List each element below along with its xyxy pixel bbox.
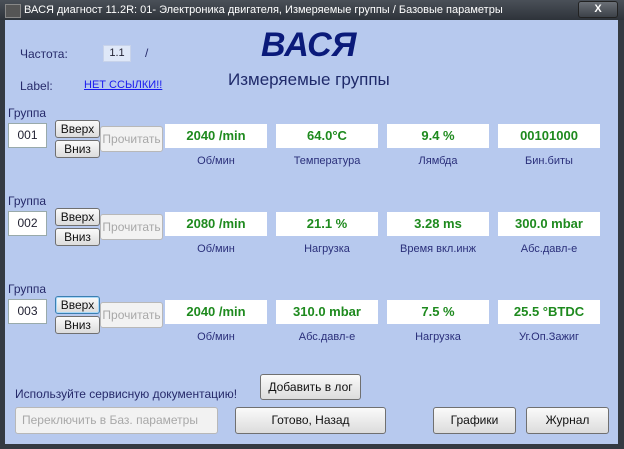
measured-value-caption: Абс.давл-е (520, 243, 578, 255)
app-logo: ВАСЯ (261, 26, 357, 64)
group-down-button[interactable]: Вниз (55, 316, 100, 334)
measured-value: 00101000 (498, 124, 600, 148)
app-window: ВАСЯ диагност 11.2R: 01- Электроника дви… (0, 0, 624, 449)
group-down-button[interactable]: Вниз (55, 228, 100, 246)
frequency-value: 1.1 (103, 45, 131, 62)
title-bar: ВАСЯ диагност 11.2R: 01- Электроника дви… (0, 0, 624, 20)
measured-value: 9.4 % (387, 124, 489, 148)
group-up-button[interactable]: Вверх (55, 208, 100, 226)
measured-value-caption: Абс.давл-е (298, 331, 356, 343)
app-icon (5, 4, 21, 18)
done-back-button[interactable]: Готово, Назад (235, 407, 386, 434)
group-label: Группа (8, 282, 47, 296)
group-number-input[interactable]: 002 (8, 211, 47, 236)
measured-value-caption: Температура (293, 155, 361, 167)
measured-value: 2040 /min (165, 300, 267, 324)
measured-value-caption: Об/мин (197, 331, 235, 343)
add-to-log-button[interactable]: Добавить в лог (260, 374, 361, 400)
measured-value-caption: Уг.Оп.Зажиг (518, 331, 580, 343)
group-read-button[interactable]: Прочитать (100, 214, 163, 240)
window-title: ВАСЯ диагност 11.2R: 01- Электроника дви… (24, 4, 503, 16)
switch-basic-params-button[interactable]: Переключить в Баз. параметры (15, 407, 218, 434)
measured-value-caption: Время вкл.инж (400, 243, 476, 255)
measured-value-caption: Лямбда (418, 155, 458, 167)
client-area: Частота: 1.1 / Label: НЕТ ССЫЛКИ!! ВАСЯ … (5, 20, 618, 444)
group-read-button[interactable]: Прочитать (100, 126, 163, 152)
measured-value-caption: Об/мин (197, 155, 235, 167)
measured-value: 25.5 °BTDC (498, 300, 600, 324)
group-up-button[interactable]: Вверх (55, 296, 100, 314)
measured-value-caption: Нагрузка (415, 331, 461, 343)
measured-value: 64.0°C (276, 124, 378, 148)
close-button[interactable]: X (578, 1, 618, 18)
journal-button[interactable]: Журнал (526, 407, 609, 434)
group-number-input[interactable]: 003 (8, 299, 47, 324)
frequency-separator: / (145, 46, 149, 60)
measured-value: 310.0 mbar (276, 300, 378, 324)
frequency-label: Частота: (20, 47, 68, 61)
measured-value: 300.0 mbar (498, 212, 600, 236)
page-subtitle: Измеряемые группы (228, 70, 390, 89)
group-number-input[interactable]: 001 (8, 123, 47, 148)
measured-value: 3.28 ms (387, 212, 489, 236)
group-label: Группа (8, 106, 47, 120)
measured-value-caption: Бин.биты (525, 155, 573, 167)
group-up-button[interactable]: Вверх (55, 120, 100, 138)
measured-value: 21.1 % (276, 212, 378, 236)
measured-value: 7.5 % (387, 300, 489, 324)
group-label: Группа (8, 194, 47, 208)
label-label: Label: (20, 79, 53, 93)
graphs-button[interactable]: Графики (433, 407, 516, 434)
measured-value-caption: Об/мин (197, 243, 235, 255)
measured-value-caption: Нагрузка (304, 243, 350, 255)
service-doc-notice: Используйте сервисную документацию! (15, 387, 238, 401)
group-read-button[interactable]: Прочитать (100, 302, 163, 328)
measured-value: 2040 /min (165, 124, 267, 148)
group-down-button[interactable]: Вниз (55, 140, 100, 158)
measured-value: 2080 /min (165, 212, 267, 236)
label-link[interactable]: НЕТ ССЫЛКИ!! (84, 79, 162, 91)
